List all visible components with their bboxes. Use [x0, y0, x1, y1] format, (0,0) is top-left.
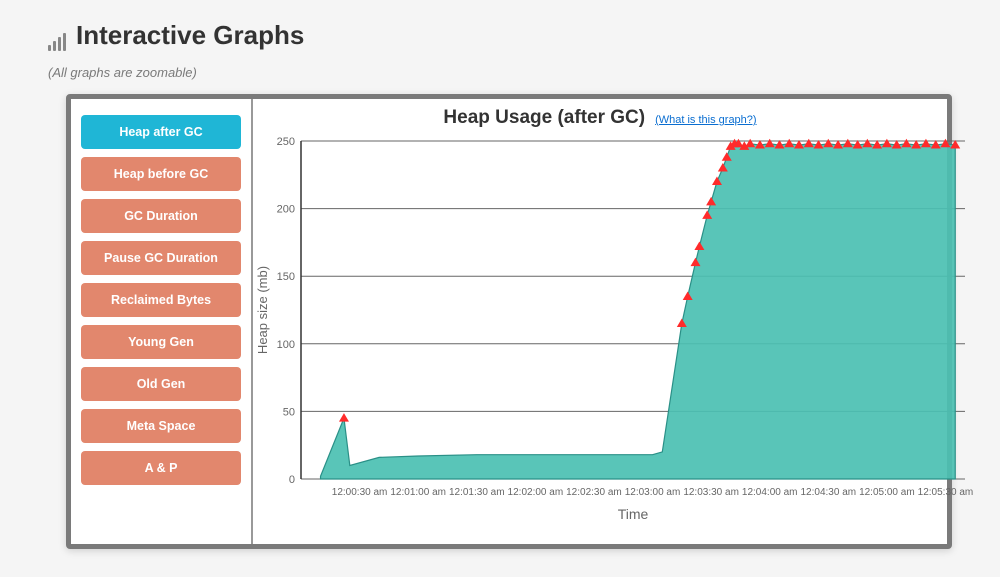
svg-text:0: 0	[289, 474, 295, 486]
chart-panel: Heap after GC Heap before GC GC Duration Pa…	[66, 94, 952, 549]
tab-heap-before-gc[interactable]: Heap before GC	[81, 157, 241, 191]
svg-text:200: 200	[277, 204, 295, 216]
svg-text:12:04:30 am: 12:04:30 am	[800, 487, 856, 498]
tab-young-gen[interactable]: Young Gen	[81, 325, 241, 359]
chart-type-sidebar: Heap after GC Heap before GC GC Duration Pa…	[71, 99, 253, 544]
svg-text:100: 100	[277, 339, 295, 351]
svg-text:12:01:30 am: 12:01:30 am	[449, 487, 505, 498]
svg-text:12:01:00 am: 12:01:00 am	[390, 487, 446, 498]
svg-text:Heap size (mb): Heap size (mb)	[255, 266, 270, 354]
svg-text:250: 250	[277, 136, 295, 148]
svg-text:12:05:00 am: 12:05:00 am	[859, 487, 915, 498]
chart-area[interactable]: Heap Usage (after GC) (What is this grap…	[253, 99, 947, 544]
svg-text:12:00:30 am: 12:00:30 am	[332, 487, 388, 498]
what-is-this-link[interactable]: (What is this graph?)	[655, 114, 756, 126]
svg-text:12:03:00 am: 12:03:00 am	[625, 487, 681, 498]
svg-text:Time: Time	[618, 506, 649, 522]
svg-text:12:05:30 am: 12:05:30 am	[918, 487, 973, 498]
svg-text:150: 150	[277, 271, 295, 283]
tab-gc-duration[interactable]: GC Duration	[81, 199, 241, 233]
svg-text:12:02:30 am: 12:02:30 am	[566, 487, 622, 498]
svg-text:12:04:00 am: 12:04:00 am	[742, 487, 798, 498]
svg-text:12:02:00 am: 12:02:00 am	[508, 487, 564, 498]
svg-text:50: 50	[283, 406, 295, 418]
svg-text:12:03:30 am: 12:03:30 am	[683, 487, 739, 498]
tab-pause-gc-duration[interactable]: Pause GC Duration	[81, 241, 241, 275]
chart-title: Heap Usage (after GC)	[443, 107, 645, 129]
tab-old-gen[interactable]: Old Gen	[81, 367, 241, 401]
tab-a-p[interactable]: A & P	[81, 451, 241, 485]
page-title: Interactive Graphs	[76, 20, 304, 51]
bars-icon	[48, 31, 66, 51]
tab-heap-after-gc[interactable]: Heap after GC	[81, 115, 241, 149]
tab-reclaimed-bytes[interactable]: Reclaimed Bytes	[81, 283, 241, 317]
tab-meta-space[interactable]: Meta Space	[81, 409, 241, 443]
heap-usage-chart[interactable]: 05010015020025012:00:30 am12:01:00 am12:…	[253, 129, 973, 534]
page-subtitle: (All graphs are zoomable)	[48, 65, 952, 80]
